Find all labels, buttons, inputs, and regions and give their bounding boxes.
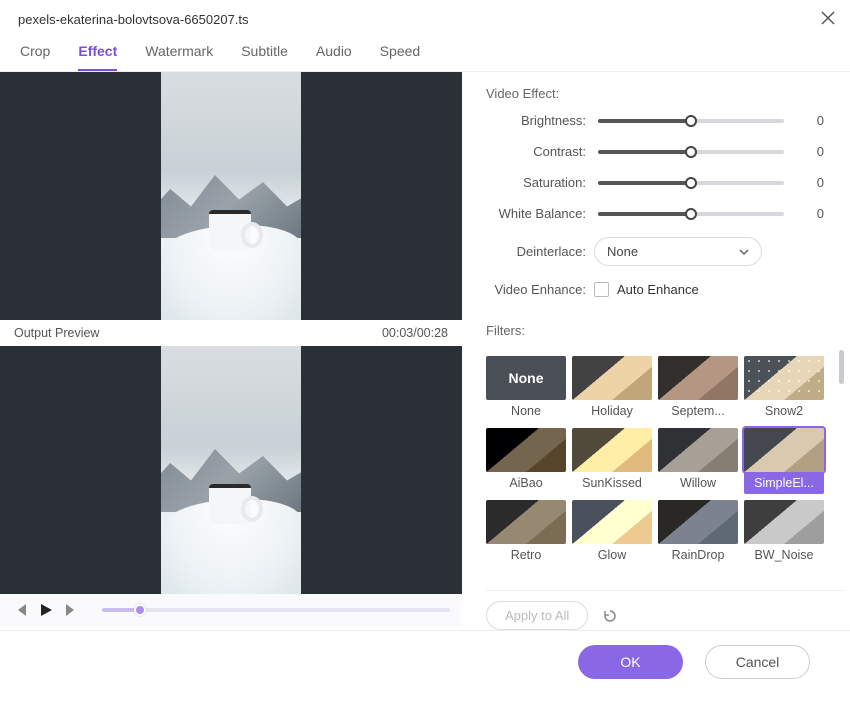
param-slider-0[interactable] (598, 119, 784, 123)
filter-label: SimpleEl... (744, 472, 824, 494)
preview-time: 00:03/00:28 (382, 326, 448, 340)
auto-enhance-checkbox[interactable] (594, 282, 609, 297)
param-value-0: 0 (798, 113, 824, 128)
filter-bw_noise[interactable]: BW_Noise (744, 500, 824, 566)
filter-label: BW_Noise (744, 544, 824, 566)
filter-label: Holiday (572, 400, 652, 422)
param-value-1: 0 (798, 144, 824, 159)
filter-willow[interactable]: Willow (658, 428, 738, 494)
filter-label: Willow (658, 472, 738, 494)
prev-frame-button[interactable] (12, 602, 28, 618)
filter-glow[interactable]: Glow (572, 500, 652, 566)
close-icon[interactable] (820, 10, 836, 29)
filter-holiday[interactable]: Holiday (572, 356, 652, 422)
filter-raindrop[interactable]: RainDrop (658, 500, 738, 566)
video-effect-title: Video Effect: (486, 86, 844, 101)
filter-simpleel[interactable]: SimpleEl... (744, 428, 824, 494)
param-slider-2[interactable] (598, 181, 784, 185)
tab-subtitle[interactable]: Subtitle (241, 43, 288, 71)
filter-label: None (486, 400, 566, 422)
filter-label: SunKissed (572, 472, 652, 494)
filter-label: AiBao (486, 472, 566, 494)
cancel-button[interactable]: Cancel (705, 645, 810, 679)
param-label-1: Contrast: (486, 144, 594, 159)
tab-crop[interactable]: Crop (20, 43, 50, 71)
filter-none[interactable]: NoneNone (486, 356, 566, 422)
filters-title: Filters: (486, 323, 844, 338)
param-value-2: 0 (798, 175, 824, 190)
apply-to-all-button[interactable]: Apply to All (486, 601, 588, 630)
auto-enhance-option: Auto Enhance (617, 282, 699, 297)
param-label-2: Saturation: (486, 175, 594, 190)
window-title: pexels-ekaterina-bolovtsova-6650207.ts (18, 12, 249, 27)
param-label-0: Brightness: (486, 113, 594, 128)
deinterlace-label: Deinterlace: (486, 244, 594, 259)
filter-aibao[interactable]: AiBao (486, 428, 566, 494)
filter-label: Glow (572, 544, 652, 566)
filter-label: Septem... (658, 400, 738, 422)
filter-sunkissed[interactable]: SunKissed (572, 428, 652, 494)
seek-slider[interactable] (102, 608, 450, 612)
output-preview (0, 346, 462, 594)
reset-icon[interactable] (602, 608, 618, 624)
tab-audio[interactable]: Audio (316, 43, 352, 71)
ok-button[interactable]: OK (578, 645, 683, 679)
next-frame-button[interactable] (64, 602, 80, 618)
param-label-3: White Balance: (486, 206, 594, 221)
video-enhance-label: Video Enhance: (486, 282, 594, 297)
original-preview (0, 72, 462, 320)
filter-label: Snow2 (744, 400, 824, 422)
tab-watermark[interactable]: Watermark (145, 43, 213, 71)
tab-effect[interactable]: Effect (78, 43, 117, 71)
param-slider-1[interactable] (598, 150, 784, 154)
tab-speed[interactable]: Speed (380, 43, 420, 71)
filter-septem[interactable]: Septem... (658, 356, 738, 422)
filters-scrollbar[interactable] (839, 350, 844, 384)
param-value-3: 0 (798, 206, 824, 221)
play-button[interactable] (38, 602, 54, 618)
param-slider-3[interactable] (598, 212, 784, 216)
chevron-down-icon (739, 247, 749, 257)
filter-retro[interactable]: Retro (486, 500, 566, 566)
preview-label: Output Preview (14, 326, 99, 340)
filter-label: RainDrop (658, 544, 738, 566)
filter-label: Retro (486, 544, 566, 566)
deinterlace-select[interactable]: None (594, 237, 762, 266)
filter-snow2[interactable]: Snow2 (744, 356, 824, 422)
